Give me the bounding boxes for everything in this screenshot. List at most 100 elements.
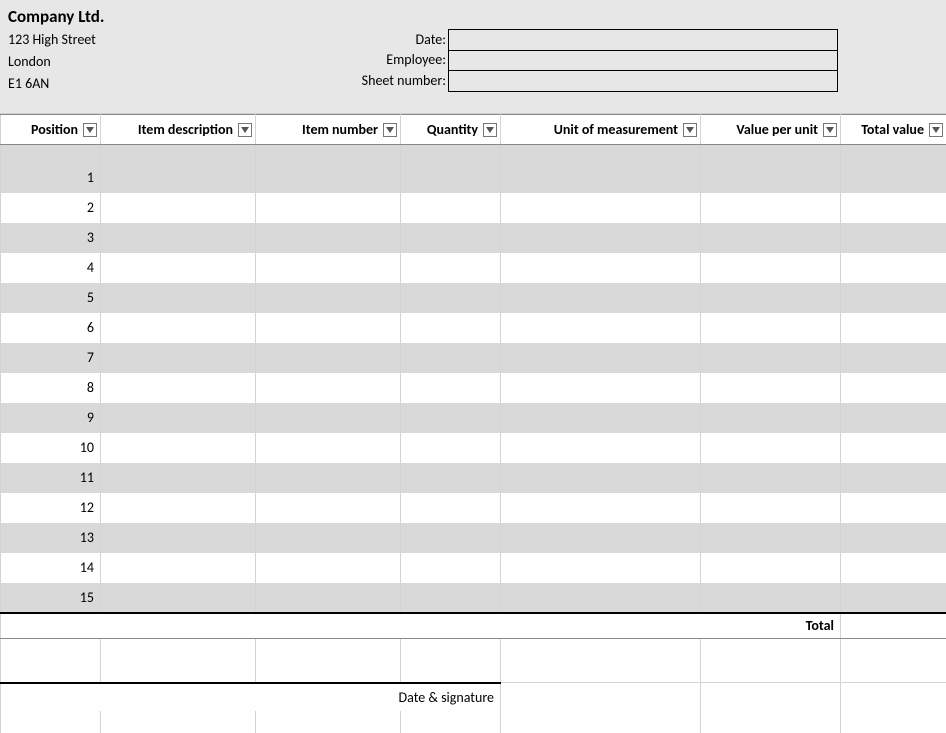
cell-description[interactable] [101, 343, 256, 373]
table-row[interactable]: 6 [1, 313, 946, 343]
cell-description[interactable] [101, 523, 256, 553]
filter-icon[interactable] [238, 123, 252, 137]
cell-uom[interactable] [501, 433, 701, 463]
cell-total[interactable] [841, 283, 946, 313]
cell-quantity[interactable] [401, 403, 501, 433]
cell-position[interactable]: 6 [1, 313, 101, 343]
cell-description[interactable] [101, 583, 256, 613]
filter-icon[interactable] [83, 123, 97, 137]
cell-total[interactable] [841, 313, 946, 343]
cell-uom[interactable] [501, 553, 701, 583]
cell-total[interactable] [841, 583, 946, 613]
cell-item_number[interactable] [256, 583, 401, 613]
cell-uom[interactable] [501, 163, 701, 193]
cell-quantity[interactable] [401, 343, 501, 373]
cell-total[interactable] [841, 343, 946, 373]
table-row[interactable]: 2 [1, 193, 946, 223]
cell-uom[interactable] [501, 373, 701, 403]
cell-quantity[interactable] [401, 493, 501, 523]
cell-position[interactable]: 10 [1, 433, 101, 463]
cell-total[interactable] [841, 433, 946, 463]
table-row[interactable]: 11 [1, 463, 946, 493]
table-row[interactable]: 3 [1, 223, 946, 253]
cell-description[interactable] [101, 433, 256, 463]
cell-description[interactable] [101, 193, 256, 223]
cell-item_number[interactable] [256, 373, 401, 403]
cell-quantity[interactable] [401, 373, 501, 403]
cell-vpu[interactable] [701, 163, 841, 193]
filter-icon[interactable] [483, 123, 497, 137]
filter-icon[interactable] [683, 123, 697, 137]
cell-position[interactable]: 14 [1, 553, 101, 583]
cell-vpu[interactable] [701, 283, 841, 313]
cell-total[interactable] [841, 523, 946, 553]
cell-item_number[interactable] [256, 223, 401, 253]
cell-vpu[interactable] [701, 553, 841, 583]
table-row[interactable]: 9 [1, 403, 946, 433]
cell-description[interactable] [101, 463, 256, 493]
cell-vpu[interactable] [701, 433, 841, 463]
cell-position[interactable]: 2 [1, 193, 101, 223]
cell-quantity[interactable] [401, 193, 501, 223]
cell-total[interactable] [841, 463, 946, 493]
filter-icon[interactable] [929, 123, 943, 137]
cell-position[interactable]: 5 [1, 283, 101, 313]
cell-total[interactable] [841, 373, 946, 403]
cell-item_number[interactable] [256, 493, 401, 523]
table-row[interactable]: 7 [1, 343, 946, 373]
cell-uom[interactable] [501, 583, 701, 613]
cell-vpu[interactable] [701, 253, 841, 283]
cell-total[interactable] [841, 553, 946, 583]
cell-item_number[interactable] [256, 163, 401, 193]
table-row[interactable]: 12 [1, 493, 946, 523]
cell-total[interactable] [841, 193, 946, 223]
cell-position[interactable]: 4 [1, 253, 101, 283]
cell-uom[interactable] [501, 463, 701, 493]
cell-item_number[interactable] [256, 253, 401, 283]
cell-vpu[interactable] [701, 403, 841, 433]
cell-vpu[interactable] [701, 343, 841, 373]
cell-total[interactable] [841, 493, 946, 523]
cell-vpu[interactable] [701, 223, 841, 253]
cell-description[interactable] [101, 373, 256, 403]
cell-uom[interactable] [501, 403, 701, 433]
cell-quantity[interactable] [401, 223, 501, 253]
cell-position[interactable]: 7 [1, 343, 101, 373]
cell-item_number[interactable] [256, 433, 401, 463]
filter-icon[interactable] [823, 123, 837, 137]
cell-uom[interactable] [501, 193, 701, 223]
cell-item_number[interactable] [256, 523, 401, 553]
cell-quantity[interactable] [401, 313, 501, 343]
cell-position[interactable]: 12 [1, 493, 101, 523]
cell-total[interactable] [841, 163, 946, 193]
cell-uom[interactable] [501, 493, 701, 523]
cell-description[interactable] [101, 313, 256, 343]
cell-uom[interactable] [501, 313, 701, 343]
sheet-number-input[interactable] [448, 70, 838, 92]
cell-quantity[interactable] [401, 553, 501, 583]
cell-description[interactable] [101, 223, 256, 253]
employee-input[interactable] [448, 50, 838, 72]
table-row[interactable]: 10 [1, 433, 946, 463]
date-input[interactable] [448, 29, 838, 51]
cell-vpu[interactable] [701, 463, 841, 493]
cell-position[interactable]: 11 [1, 463, 101, 493]
cell-quantity[interactable] [401, 283, 501, 313]
cell-description[interactable] [101, 253, 256, 283]
cell-description[interactable] [101, 403, 256, 433]
cell-vpu[interactable] [701, 313, 841, 343]
cell-vpu[interactable] [701, 193, 841, 223]
cell-uom[interactable] [501, 523, 701, 553]
table-row[interactable]: 4 [1, 253, 946, 283]
cell-quantity[interactable] [401, 583, 501, 613]
cell-position[interactable]: 8 [1, 373, 101, 403]
cell-description[interactable] [101, 283, 256, 313]
cell-item_number[interactable] [256, 313, 401, 343]
cell-total[interactable] [841, 223, 946, 253]
cell-description[interactable] [101, 493, 256, 523]
table-row[interactable]: 15 [1, 583, 946, 613]
table-row[interactable]: 13 [1, 523, 946, 553]
cell-uom[interactable] [501, 253, 701, 283]
cell-item_number[interactable] [256, 463, 401, 493]
cell-vpu[interactable] [701, 583, 841, 613]
